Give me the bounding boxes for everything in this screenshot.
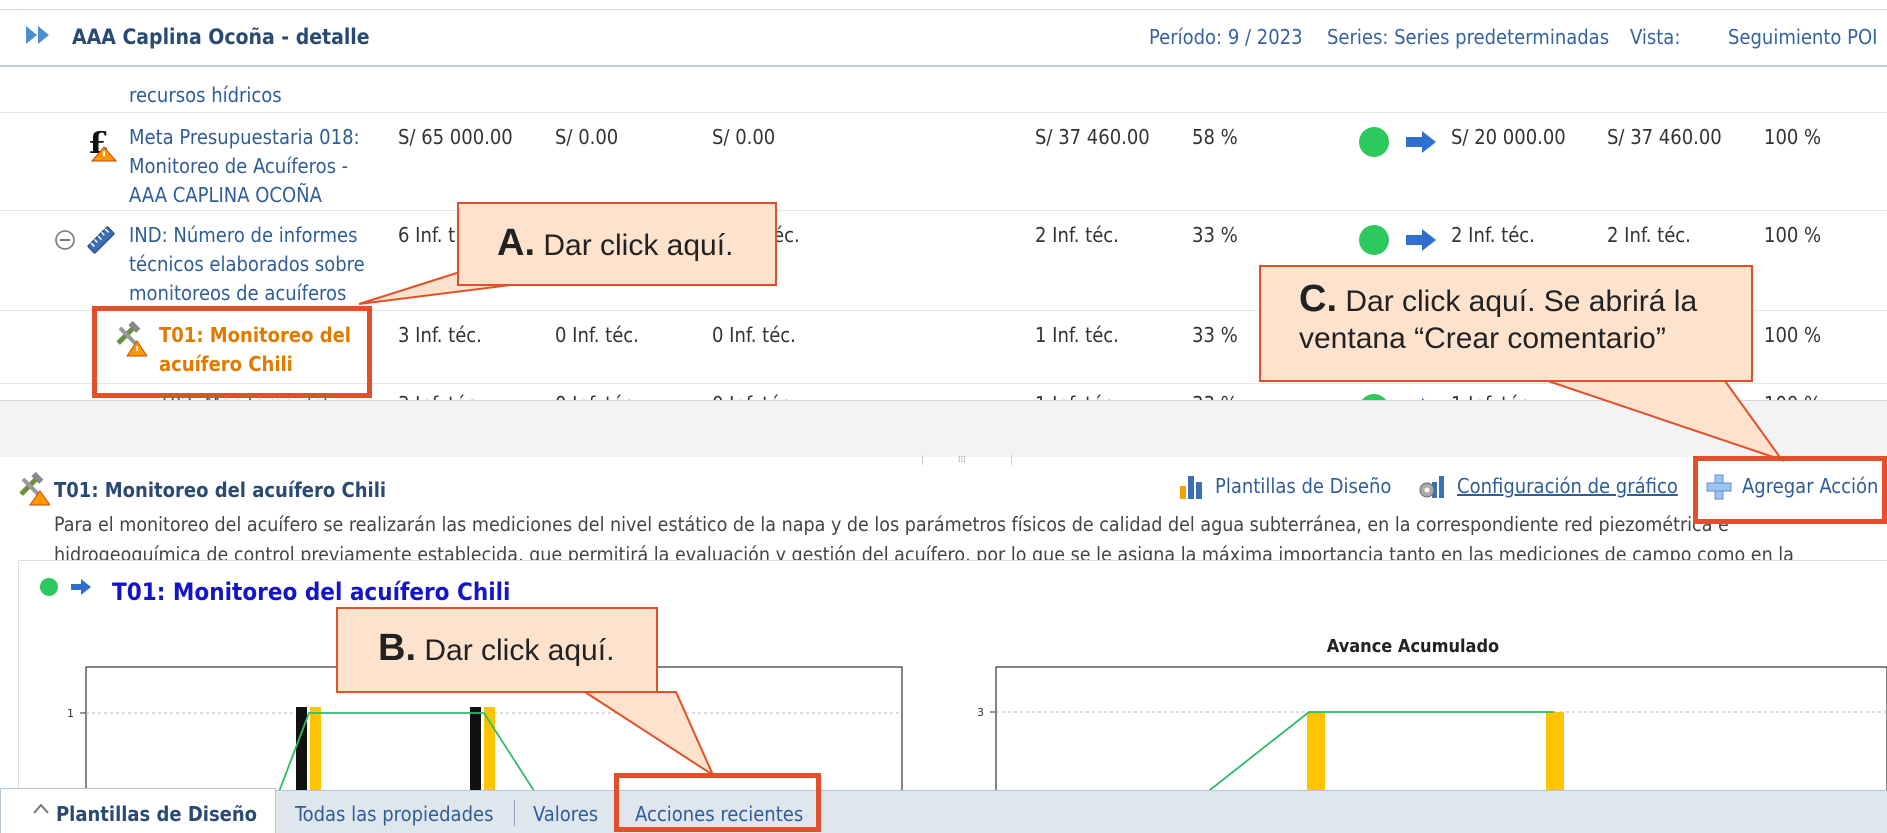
cell-value: 33 % bbox=[1192, 323, 1238, 347]
tab-values[interactable]: Valores bbox=[533, 802, 598, 826]
series-label[interactable]: Series: Series predeterminadas bbox=[1327, 25, 1609, 49]
design-templates-link[interactable]: Plantillas de Diseño bbox=[1215, 474, 1391, 498]
tab-separator bbox=[514, 800, 515, 826]
chart-panel-title: T01: Monitoreo del acuífero Chili bbox=[112, 578, 511, 606]
chart2-bar bbox=[1307, 712, 1325, 790]
ruler-indicator-icon bbox=[87, 226, 115, 254]
status-green-dot bbox=[1359, 225, 1389, 255]
bar-chart-icon[interactable] bbox=[1178, 472, 1206, 500]
cell-value: 0 Inf. téc. bbox=[712, 323, 796, 347]
task-tools-icon bbox=[19, 472, 50, 506]
grip-dots-icon[interactable]: ⁞⁞⁞ bbox=[958, 455, 966, 465]
row-name[interactable]: IND: Número de informes técnicos elaborad… bbox=[129, 221, 365, 308]
chart-config-link[interactable]: Configuración de gráfico bbox=[1457, 474, 1678, 498]
bottom-tab-bar bbox=[0, 790, 1887, 833]
highlight-t01-row bbox=[92, 306, 372, 398]
chart1-bar bbox=[484, 707, 495, 790]
highlight-add-action bbox=[1693, 456, 1887, 524]
chart1-bar bbox=[310, 707, 321, 790]
trend-right-arrow-icon bbox=[1406, 131, 1436, 153]
period-label[interactable]: Período: 9 / 2023 bbox=[1149, 25, 1303, 49]
cell-value: S/ 65 000.00 bbox=[398, 125, 513, 149]
status-green-dot bbox=[40, 578, 58, 596]
tab-all-properties[interactable]: Todas las propiedades bbox=[295, 802, 493, 826]
cell-value: 2 Inf. téc. bbox=[1607, 223, 1691, 247]
view-selector[interactable]: Seguimiento POI bbox=[1728, 25, 1877, 49]
cell-value: 100 % bbox=[1764, 125, 1822, 149]
cell-value: 6 Inf. t bbox=[398, 223, 456, 247]
chevron-up-icon[interactable] bbox=[32, 801, 50, 815]
cell-value: 100 % bbox=[1764, 323, 1822, 347]
chart1-bar bbox=[470, 707, 481, 790]
cell-value: 33 % bbox=[1192, 223, 1238, 247]
chart2-title: Avance Acumulado bbox=[1327, 636, 1499, 657]
chart2-ytick-label: 3 bbox=[977, 706, 984, 719]
callout-b: B. Dar click aquí. bbox=[336, 607, 658, 693]
cell-value: 2 Inf. téc. bbox=[1451, 223, 1535, 247]
tab-design-templates[interactable]: Plantillas de Diseño bbox=[56, 802, 257, 826]
cell-value: S/ 0.00 bbox=[712, 125, 776, 149]
detail-title: T01: Monitoreo del acuífero Chili bbox=[54, 478, 387, 502]
row-name[interactable]: Meta Presupuestaria 018: Monitoreo de Acu… bbox=[129, 123, 360, 210]
cell-value: 3 Inf. téc. bbox=[398, 323, 482, 347]
splitter-handle[interactable] bbox=[922, 455, 1012, 465]
right-arrow-icon bbox=[71, 579, 91, 595]
splitter-bar[interactable] bbox=[0, 400, 1887, 457]
chart1-bar bbox=[296, 707, 307, 790]
cell-value: 1 Inf. téc. bbox=[1451, 392, 1535, 400]
collapse-minus-icon[interactable] bbox=[54, 229, 76, 251]
cell-value: 100 % bbox=[1764, 392, 1821, 400]
cell-value: 100 % bbox=[1764, 223, 1822, 247]
top-strip bbox=[0, 0, 1887, 10]
table-row[interactable]: £ Meta Presupuestaria 018: Monitoreo de A… bbox=[0, 113, 1887, 211]
cell-value: 58 % bbox=[1192, 125, 1238, 149]
chart-config-icon[interactable] bbox=[1418, 472, 1448, 502]
callout-c: C. Dar click aquí. Se abrirá la ventana … bbox=[1259, 265, 1753, 382]
cell-value: S/ 37 460.00 bbox=[1607, 125, 1722, 149]
table-row[interactable]: recursos hídricos bbox=[0, 67, 1887, 113]
row-name[interactable]: recursos hídricos bbox=[129, 81, 282, 110]
cell-value: S/ 37 460.00 bbox=[1035, 125, 1150, 149]
cell-value: 1 Inf. téc. bbox=[1035, 323, 1119, 347]
page-title: AAA Caplina Ocoña - detalle bbox=[72, 25, 370, 49]
chart1-ytick-label: 1 bbox=[67, 707, 74, 720]
cell-value: 33 % bbox=[1192, 392, 1238, 400]
budget-warning-icon: £ bbox=[88, 127, 118, 162]
cell-value: 0 Inf. téc. bbox=[712, 392, 796, 400]
chart2-bar bbox=[1546, 712, 1564, 790]
expand-arrows-icon[interactable] bbox=[24, 24, 54, 46]
chart2-frame bbox=[995, 666, 1887, 790]
cell-value: 2 Inf. téc. bbox=[1035, 223, 1119, 247]
view-label: Vista: bbox=[1630, 25, 1681, 49]
status-green-dot bbox=[1359, 127, 1389, 157]
charts-svg: 1 Avance Acumulado 3 bbox=[67, 636, 1887, 790]
cell-value: éc. bbox=[773, 223, 800, 247]
callout-a: A. Dar click aquí. bbox=[457, 202, 777, 286]
trend-right-arrow-icon bbox=[1406, 229, 1436, 251]
cell-value: S/ 0.00 bbox=[555, 125, 619, 149]
cell-value: 3 Inf. téc. bbox=[398, 392, 482, 400]
highlight-recent-actions-tab bbox=[614, 773, 821, 832]
cell-value: 0 Inf. téc. bbox=[555, 323, 639, 347]
cell-value: 0 Inf. téc. bbox=[555, 392, 639, 400]
cell-value: 1 Inf. téc. bbox=[1035, 392, 1119, 400]
cell-value: S/ 20 000.00 bbox=[1451, 125, 1566, 149]
